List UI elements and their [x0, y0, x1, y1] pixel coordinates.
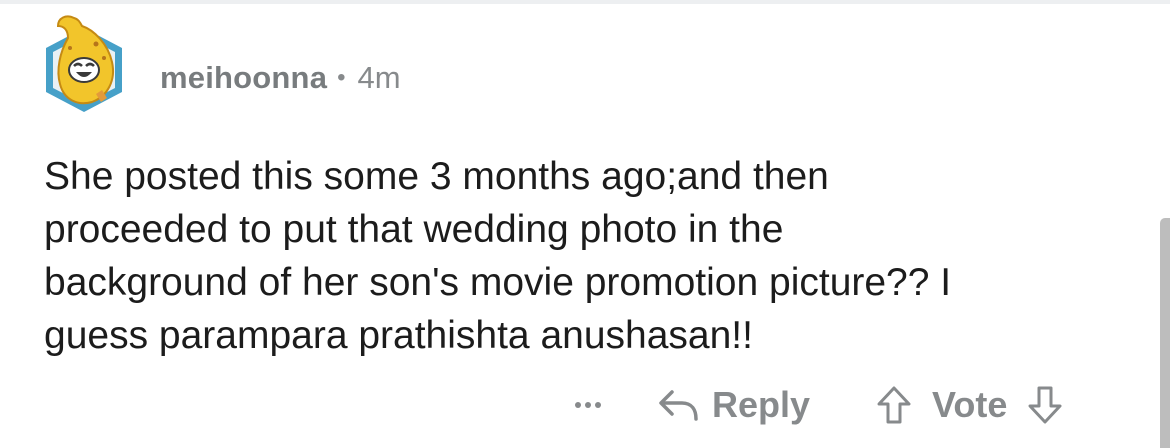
comment-line: guess parampara prathishta anushasan!!: [44, 314, 753, 357]
reply-button[interactable]: Reply: [658, 380, 810, 430]
comment-line: background of her son's movie promotion …: [44, 261, 952, 304]
comment-actions: Reply Vote: [0, 380, 1170, 430]
vote-label: Vote: [932, 384, 1008, 425]
ellipsis-icon: [595, 402, 601, 408]
meta-separator: •: [337, 64, 346, 91]
upvote-arrow-icon[interactable]: [876, 385, 912, 425]
comment-line: She posted this some 3 months ago;and th…: [44, 155, 829, 198]
ellipsis-icon: [585, 402, 591, 408]
banana-avatar-icon: [46, 15, 122, 112]
comment-age: 4m: [357, 60, 401, 95]
user-avatar[interactable]: [34, 8, 134, 120]
comment-meta: meihoonna • 4m: [160, 58, 401, 98]
downvote-arrow-icon[interactable]: [1027, 385, 1063, 425]
top-divider: [0, 0, 1170, 4]
more-options-button[interactable]: [566, 390, 610, 420]
comment-body: She posted this some 3 months ago;and th…: [44, 150, 1124, 362]
comment-line: proceeded to put that wedding photo in t…: [44, 208, 784, 251]
ellipsis-icon: [575, 402, 581, 408]
username-link[interactable]: meihoonna: [160, 60, 327, 96]
reply-arrow-icon: [658, 388, 700, 422]
vote-controls: Vote: [876, 380, 1063, 430]
reply-label: Reply: [712, 384, 811, 425]
